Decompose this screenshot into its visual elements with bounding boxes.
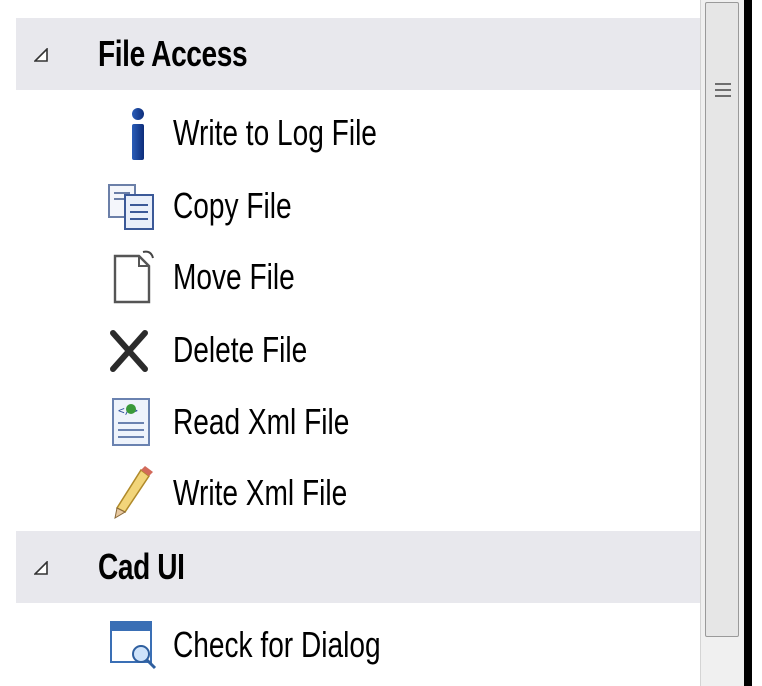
toolbox-item-write-to-log-file[interactable]: Write to Log File (105, 98, 700, 168)
item-label: Write to Log File (173, 112, 377, 153)
dialog-search-icon (110, 621, 157, 670)
collapse-triangle-icon[interactable] (34, 561, 48, 575)
copy-file-icon (108, 184, 154, 230)
item-label: Read Xml File (173, 401, 350, 442)
group-title: Cad UI (98, 546, 185, 587)
group-header-cad-ui[interactable]: Cad UI (16, 531, 700, 603)
delete-icon (110, 330, 148, 372)
toolbox-item-read-xml-file[interactable]: </> Read Xml File (105, 387, 700, 457)
scrollbar-thumb[interactable] (705, 2, 739, 637)
xml-file-icon: </> (112, 398, 150, 446)
group-header-file-access[interactable]: File Access (16, 18, 700, 90)
toolbox-item-move-file[interactable]: Move File (105, 242, 700, 312)
item-label: Check for Dialog (173, 624, 381, 665)
vertical-scrollbar[interactable] (700, 0, 745, 686)
item-label: Delete File (173, 329, 308, 370)
pencil-icon (114, 466, 153, 520)
toolbox-list: File Access Write to Log File Copy File … (0, 0, 700, 686)
item-label: Move File (173, 256, 295, 297)
window-border (744, 0, 752, 686)
toolbox-item-write-xml-file[interactable]: Write Xml File (105, 458, 700, 528)
grip-icon (715, 83, 731, 103)
info-icon (132, 108, 144, 160)
toolbox-item-check-for-dialog[interactable]: Check for Dialog (105, 610, 700, 680)
item-label: Write Xml File (173, 472, 348, 513)
move-file-icon (113, 250, 154, 304)
toolbox-item-copy-file[interactable]: Copy File (105, 171, 700, 241)
collapse-triangle-icon[interactable] (34, 48, 48, 62)
item-label: Copy File (173, 185, 292, 226)
toolbox-item-delete-file[interactable]: Delete File (105, 315, 700, 385)
group-title: File Access (98, 33, 248, 74)
